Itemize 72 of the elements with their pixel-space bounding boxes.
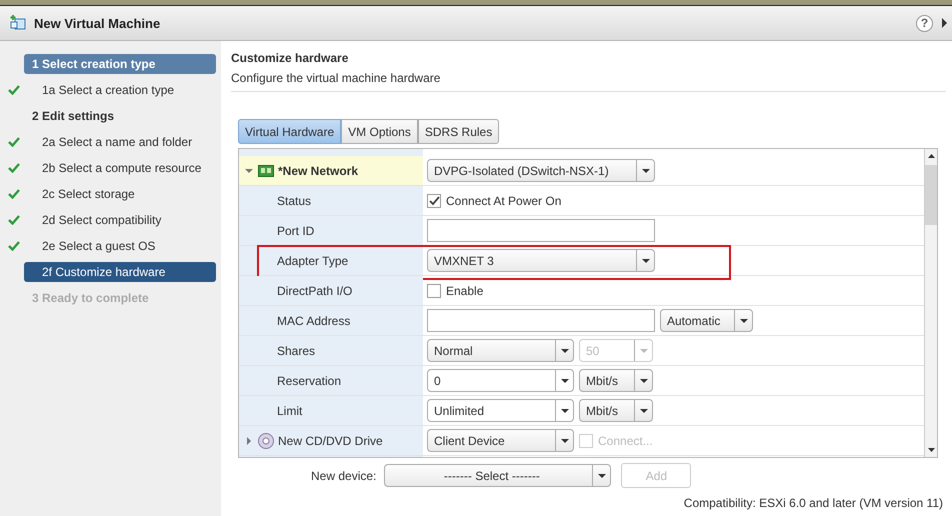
wizard-step[interactable]: 2b Select a compute resource bbox=[24, 158, 216, 178]
tab[interactable]: Virtual Hardware bbox=[238, 119, 342, 144]
check-icon bbox=[8, 137, 20, 147]
property-label: Port ID bbox=[277, 224, 314, 238]
dropdown[interactable]: Automatic bbox=[660, 309, 753, 332]
expand-arrow-icon[interactable] bbox=[245, 166, 253, 174]
check-icon bbox=[8, 241, 20, 251]
caret-icon bbox=[560, 348, 568, 352]
check-icon bbox=[8, 189, 20, 199]
property-label: Adapter Type bbox=[277, 254, 348, 268]
wizard-step[interactable]: 2a Select a name and folder bbox=[24, 132, 216, 152]
checkbox-label: Enable bbox=[446, 284, 484, 298]
compatibility-text: Compatibility: ESXi 6.0 and later (VM version 11) bbox=[684, 496, 943, 510]
wizard-step[interactable]: 1a Select a creation type bbox=[24, 80, 216, 100]
dropdown[interactable]: VMXNET 3 bbox=[427, 249, 655, 272]
window-title: New Virtual Machine bbox=[34, 16, 160, 30]
triangle-icon[interactable] bbox=[942, 17, 948, 29]
property-label: DirectPath I/O bbox=[277, 284, 352, 298]
check-icon bbox=[8, 163, 20, 173]
checkbox-label: Connect At Power On bbox=[446, 194, 562, 208]
property-label: Reservation bbox=[277, 374, 342, 388]
disc-icon bbox=[258, 432, 274, 448]
checkbox[interactable] bbox=[427, 284, 441, 298]
wizard-step[interactable]: 2 Edit settings bbox=[24, 106, 216, 126]
dropdown[interactable]: Client Device bbox=[427, 429, 574, 452]
network-card-icon bbox=[258, 164, 274, 178]
scrollbar-thumb[interactable] bbox=[925, 165, 937, 225]
caret-icon bbox=[740, 318, 748, 322]
scrollbar[interactable] bbox=[924, 149, 937, 457]
caret-icon bbox=[642, 168, 650, 172]
dropdown[interactable]: Normal bbox=[427, 339, 574, 362]
help-button[interactable]: ? bbox=[916, 14, 933, 32]
checkbox[interactable] bbox=[427, 194, 441, 208]
property-label: Status bbox=[277, 194, 312, 208]
property-label: MAC Address bbox=[277, 314, 350, 328]
wizard-step[interactable]: 1 Select creation type bbox=[24, 54, 216, 74]
caret-icon bbox=[640, 348, 648, 352]
wizard-step[interactable]: 2c Select storage bbox=[24, 184, 216, 204]
caret-icon bbox=[560, 408, 568, 412]
combo-box[interactable]: Unlimited bbox=[427, 399, 574, 422]
scroll-down-icon[interactable] bbox=[928, 448, 934, 452]
caret-icon bbox=[560, 378, 568, 382]
check-icon bbox=[8, 215, 20, 225]
expand-arrow-icon[interactable] bbox=[245, 436, 253, 444]
caret-icon bbox=[598, 474, 606, 478]
caret-icon bbox=[642, 258, 650, 262]
wizard-step[interactable]: 2e Select a guest OS bbox=[24, 236, 216, 256]
check-icon bbox=[8, 85, 20, 95]
dropdown[interactable]: Mbit/s bbox=[579, 369, 653, 392]
input-field[interactable] bbox=[427, 309, 655, 332]
dropdown[interactable]: Mbit/s bbox=[579, 399, 653, 422]
property-label: Limit bbox=[277, 404, 302, 418]
caret-icon bbox=[640, 378, 648, 382]
virtual-machine-icon bbox=[10, 14, 28, 32]
caret-icon bbox=[560, 438, 568, 442]
checkbox-label: Connect... bbox=[598, 434, 653, 448]
tab[interactable]: SDRS Rules bbox=[418, 119, 500, 144]
dropdown[interactable]: DVPG-Isolated (DSwitch-NSX-1) bbox=[427, 159, 655, 182]
dropdown[interactable]: ------- Select ------- bbox=[384, 464, 612, 487]
wizard-step[interactable]: 2d Select compatibility bbox=[24, 210, 216, 230]
new-device-label: New device: bbox=[311, 468, 376, 482]
device-label: *New Network bbox=[278, 164, 358, 178]
scroll-up-icon[interactable] bbox=[928, 154, 934, 158]
tab[interactable]: VM Options bbox=[341, 119, 418, 144]
input-field[interactable] bbox=[427, 219, 655, 242]
combo-box[interactable]: 0 bbox=[427, 369, 574, 392]
wizard-step[interactable]: 2f Customize hardware bbox=[24, 262, 216, 282]
page-title: Customize hardware bbox=[231, 51, 350, 65]
caret-icon bbox=[640, 408, 648, 412]
property-label: Shares bbox=[277, 344, 316, 358]
page-subtitle: Configure the virtual machine hardware bbox=[231, 71, 442, 85]
device-label: New CD/DVD Drive bbox=[278, 434, 383, 448]
